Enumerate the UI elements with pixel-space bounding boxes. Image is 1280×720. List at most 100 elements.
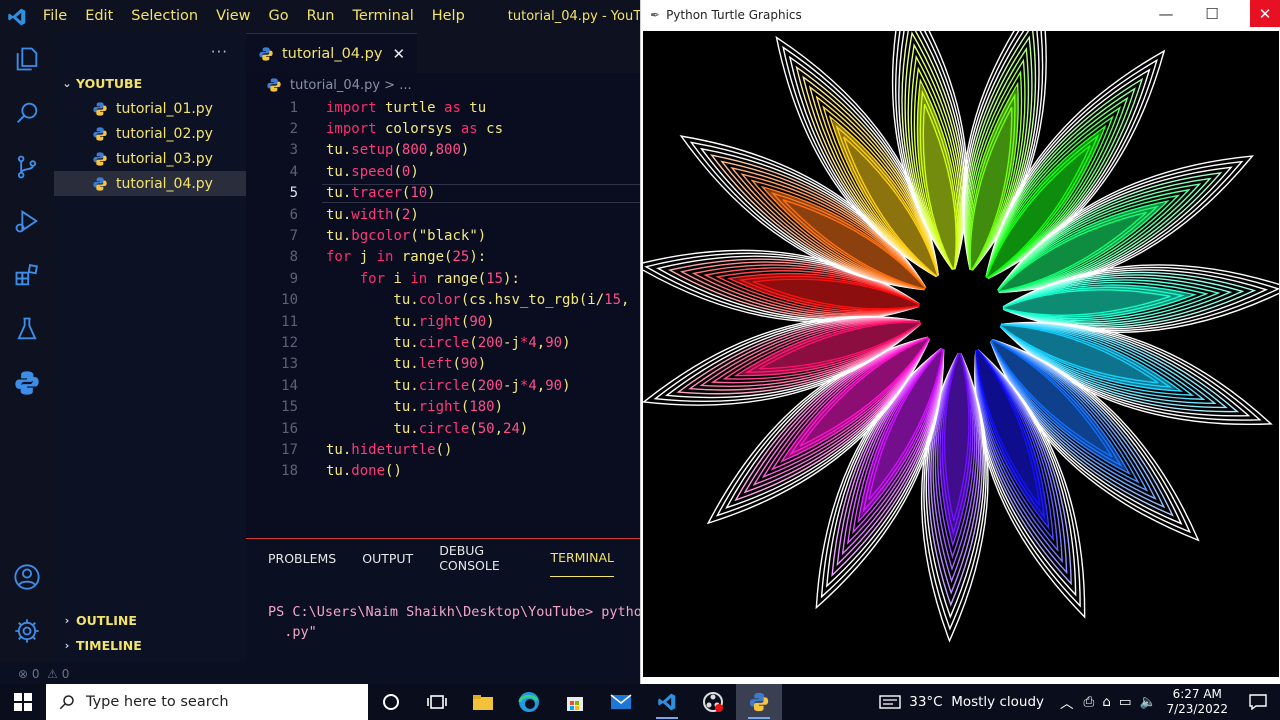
source-control-icon[interactable] bbox=[0, 144, 54, 190]
code-line[interactable]: 4 tu. speed(0) bbox=[246, 161, 640, 182]
weather-widget[interactable]: 33°C Mostly cloudy bbox=[879, 694, 1044, 710]
code-token: tu. bbox=[326, 142, 352, 159]
file-item[interactable]: tutorial_04.py bbox=[54, 171, 246, 196]
code-line[interactable]: 3 tu. setup(800, 800) bbox=[246, 140, 640, 161]
code-line[interactable]: 5 tu. tracer(10) bbox=[246, 183, 640, 204]
notification-icon[interactable] bbox=[1236, 694, 1280, 710]
code-line[interactable]: 17 tu. hideturtle() bbox=[246, 439, 640, 460]
code-token: as bbox=[444, 99, 461, 116]
code-token: * bbox=[519, 334, 529, 351]
status-bar: ⊗ 0 ⚠ 0 bbox=[0, 663, 640, 684]
code-line[interactable]: 16 tu. circle(50, 24) bbox=[246, 418, 640, 439]
cortana-icon[interactable] bbox=[368, 684, 414, 720]
warning-icon[interactable]: ⚠ bbox=[47, 667, 58, 681]
explorer-icon[interactable] bbox=[0, 36, 54, 82]
python-icon[interactable] bbox=[0, 360, 54, 406]
meet-now-icon[interactable]: ⎙ bbox=[1084, 694, 1095, 710]
line-number: 9 bbox=[289, 270, 298, 287]
vscode-window: File Edit Selection View Go Run Terminal Help t… bbox=[0, 0, 640, 684]
code-line[interactable]: 9 for i in range(15): bbox=[246, 268, 640, 289]
mail-icon[interactable] bbox=[598, 684, 644, 720]
network-icon[interactable]: ⌂ bbox=[1102, 694, 1111, 710]
file-item[interactable]: tutorial_03.py bbox=[54, 146, 246, 171]
show-hidden-icons-chevron-icon[interactable]: ︿ bbox=[1060, 692, 1074, 712]
python-taskbar-icon[interactable] bbox=[736, 684, 782, 720]
turtle-canvas bbox=[643, 31, 1279, 677]
obs-recorder-icon[interactable] bbox=[690, 684, 736, 720]
panel-tab-output[interactable]: OUTPUT bbox=[362, 539, 413, 577]
microsoft-store-icon[interactable] bbox=[552, 684, 598, 720]
code-token: import bbox=[326, 121, 377, 138]
error-icon[interactable]: ⊗ bbox=[18, 667, 28, 681]
code-line[interactable]: 11 tu. right(90) bbox=[246, 311, 640, 332]
close-tab-icon[interactable]: ✕ bbox=[392, 45, 405, 63]
volume-icon[interactable]: 🔈 bbox=[1140, 694, 1157, 710]
clock[interactable]: 6:27 AM 7/23/2022 bbox=[1166, 687, 1228, 717]
timeline-label: TIMELINE bbox=[76, 638, 142, 653]
file-item[interactable]: tutorial_01.py bbox=[54, 96, 246, 121]
close-button[interactable]: ✕ bbox=[1250, 0, 1280, 27]
folder-youtube[interactable]: ⌄ YOUTUBE bbox=[54, 71, 246, 96]
code-line[interactable]: 15 tu. right(180) bbox=[246, 396, 640, 417]
timeline-section[interactable]: › TIMELINE bbox=[54, 633, 246, 658]
file-item[interactable]: tutorial_02.py bbox=[54, 121, 246, 146]
code-token: tu. bbox=[326, 399, 419, 416]
account-icon[interactable] bbox=[0, 554, 54, 600]
menu-terminal[interactable]: Terminal bbox=[343, 0, 422, 33]
search-icon[interactable] bbox=[0, 90, 54, 136]
menu-help[interactable]: Help bbox=[423, 0, 474, 33]
minimize-button[interactable]: — bbox=[1144, 0, 1188, 28]
code-line[interactable]: 1 import turtle as tu bbox=[246, 97, 640, 118]
code-line[interactable]: 13 tu. left(90) bbox=[246, 354, 640, 375]
error-count[interactable]: 0 bbox=[32, 667, 40, 681]
code-line[interactable]: 6 tu. width(2) bbox=[246, 204, 640, 225]
code-token: (cs.hsv_to_rgb(i/ bbox=[460, 292, 605, 309]
code-token: 10 bbox=[410, 185, 428, 202]
line-number: 13 bbox=[281, 356, 298, 373]
code-line[interactable]: 14 tu. circle(200 -j * 4, 90) bbox=[246, 375, 640, 396]
maximize-button[interactable]: ☐ bbox=[1190, 0, 1234, 28]
menu-go[interactable]: Go bbox=[260, 0, 298, 33]
menu-file[interactable]: File bbox=[34, 0, 76, 33]
menu-selection[interactable]: Selection bbox=[122, 0, 207, 33]
terminal-output[interactable]: PS C:\Users\Naim Shaikh\Desktop\YouTube>… bbox=[246, 577, 640, 642]
tab-tutorial-04[interactable]: tutorial_04.py ✕ bbox=[246, 33, 418, 73]
windows-start-icon[interactable] bbox=[0, 684, 46, 720]
task-view-icon[interactable] bbox=[414, 684, 460, 720]
bottom-panel: PROBLEMS OUTPUT DEBUG CONSOLE TERMINAL PS C… bbox=[246, 538, 640, 663]
panel-tab-terminal[interactable]: TERMINAL bbox=[550, 539, 614, 577]
explorer-more-actions-icon[interactable]: ··· bbox=[54, 33, 246, 71]
line-number: 4 bbox=[289, 163, 298, 180]
code-line[interactable]: 18 tu. done() bbox=[246, 461, 640, 482]
run-debug-icon[interactable] bbox=[0, 198, 54, 244]
code-token: 800 bbox=[401, 142, 428, 159]
battery-icon[interactable]: ▭ bbox=[1119, 694, 1132, 710]
code-token: color bbox=[418, 292, 461, 309]
settings-gear-icon[interactable] bbox=[0, 608, 54, 654]
code-lines[interactable]: 1 import turtle as tu 2 import colorsys as … bbox=[246, 97, 640, 482]
outline-section[interactable]: › OUTLINE bbox=[54, 608, 246, 633]
testing-flask-icon[interactable] bbox=[0, 306, 54, 352]
panel-tab-problems[interactable]: PROBLEMS bbox=[268, 539, 336, 577]
warning-count[interactable]: 0 bbox=[62, 667, 70, 681]
extensions-icon[interactable] bbox=[0, 252, 54, 298]
code-line[interactable]: 8 for j in range(25): bbox=[246, 247, 640, 268]
code-token: turtle bbox=[376, 99, 445, 116]
outline-label: OUTLINE bbox=[76, 613, 137, 628]
panel-tab-debug-console[interactable]: DEBUG CONSOLE bbox=[439, 539, 524, 577]
taskbar-search-box[interactable]: Type here to search bbox=[46, 684, 368, 720]
code-line[interactable]: 10 tu. color (cs.hsv_to_rgb(i/15, bbox=[246, 290, 640, 311]
menu-edit[interactable]: Edit bbox=[76, 0, 122, 33]
breadcrumb[interactable]: tutorial_04.py > ... bbox=[246, 73, 640, 97]
menu-view[interactable]: View bbox=[207, 0, 259, 33]
vscode-taskbar-icon[interactable] bbox=[644, 684, 690, 720]
code-line[interactable]: 2 import colorsys as cs bbox=[246, 118, 640, 139]
code-token: tu. bbox=[326, 313, 419, 330]
code-line[interactable]: 12 tu. circle(200 -j * 4, 90) bbox=[246, 332, 640, 353]
menu-run[interactable]: Run bbox=[298, 0, 344, 33]
code-token: circle bbox=[418, 420, 470, 437]
file-explorer-icon[interactable] bbox=[460, 684, 506, 720]
vscode-logo-icon bbox=[0, 0, 34, 33]
edge-browser-icon[interactable] bbox=[506, 684, 552, 720]
code-line[interactable]: 7 tu. bgcolor("black") bbox=[246, 225, 640, 246]
